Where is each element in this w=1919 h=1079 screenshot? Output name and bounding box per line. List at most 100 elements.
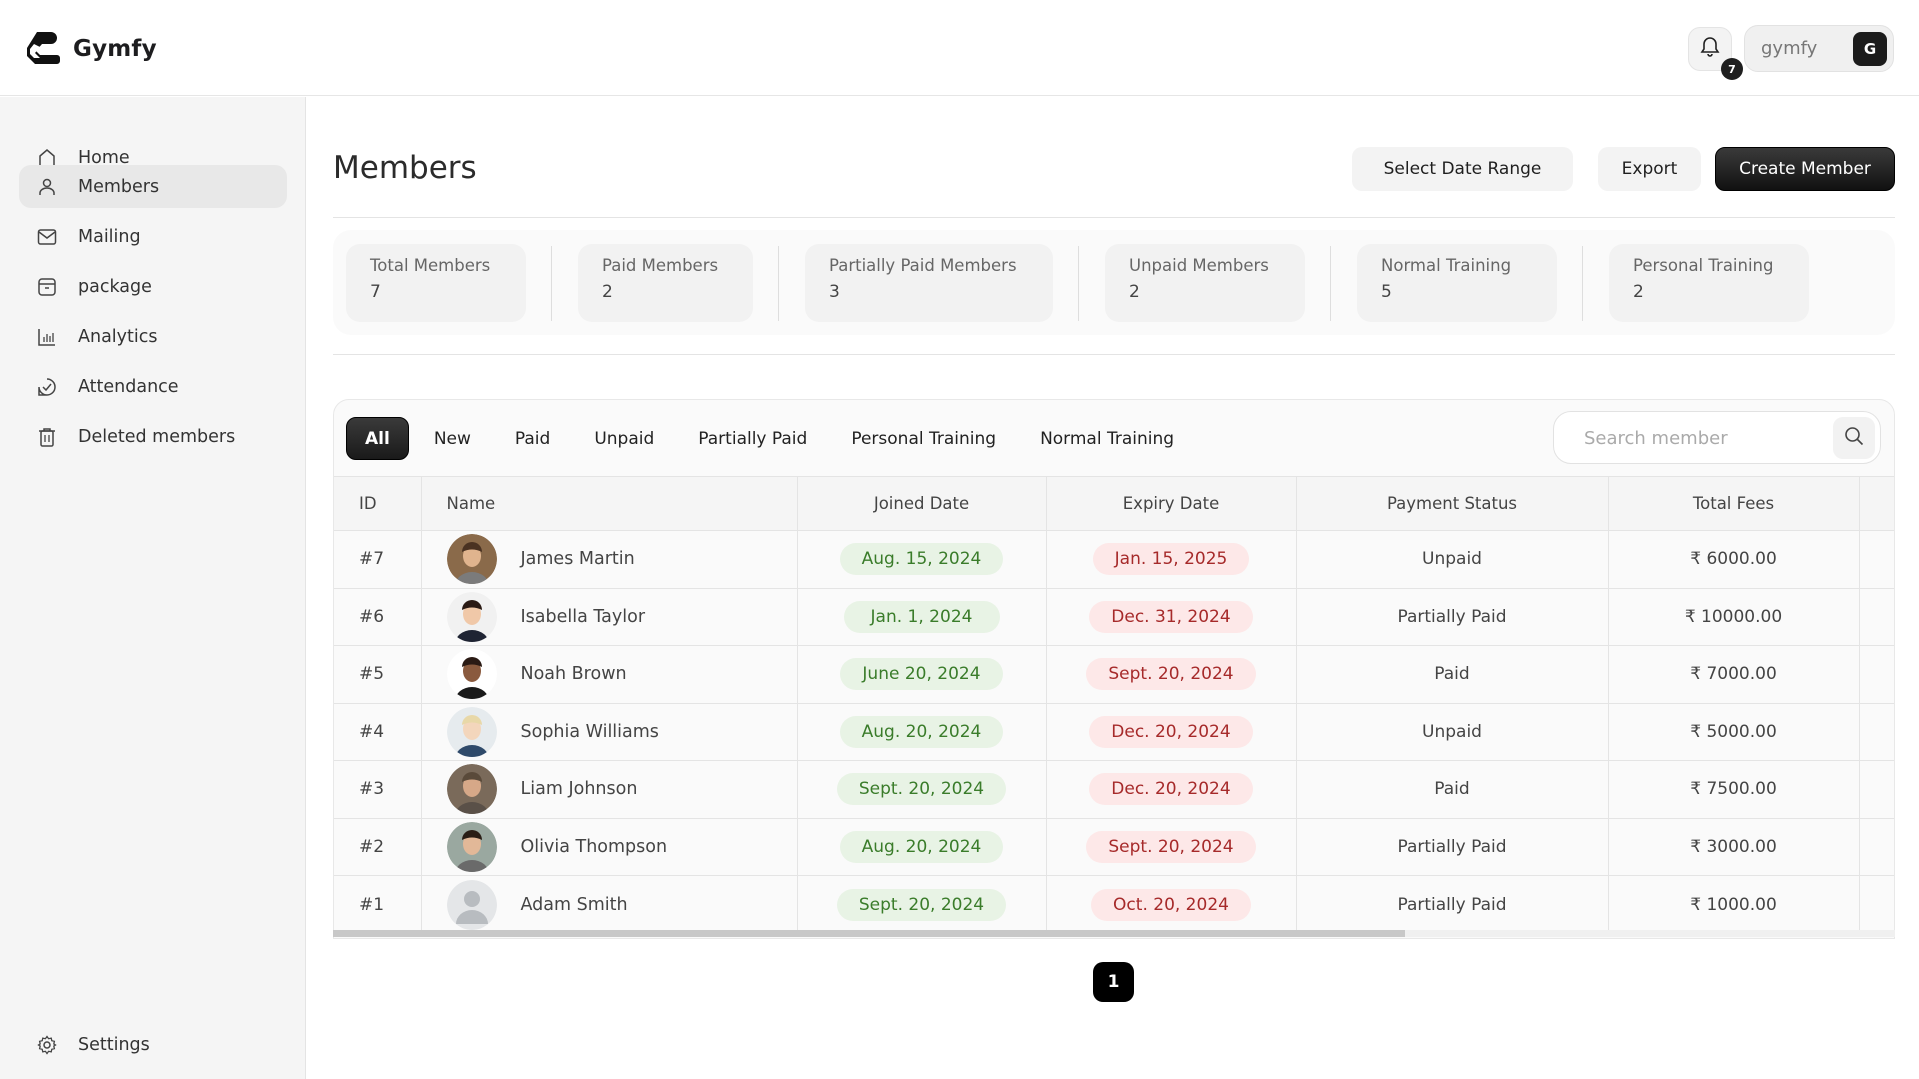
stat-card-personal-training: Personal Training 2 [1609, 244, 1809, 322]
divider [333, 217, 1895, 218]
sidebar-item-label: Attendance [78, 376, 179, 397]
gymfy-logo-icon [25, 30, 61, 68]
brand[interactable]: Gymfy [25, 30, 157, 68]
stat-label: Normal Training [1381, 256, 1512, 275]
sidebar-item-label: Mailing [78, 226, 141, 247]
sidebar-item-attendance[interactable]: Attendance [19, 365, 287, 408]
notifications-button[interactable]: 7 [1688, 27, 1743, 80]
stat-card-paid-members: Paid Members 2 [578, 244, 753, 322]
member-id: #4 [334, 702, 422, 761]
column-header-payment-status[interactable]: Payment Status [1296, 476, 1609, 531]
table-row[interactable]: #4 Sophia Williams Aug. 20, 2024 Dec. 20, 2… [334, 702, 1894, 761]
expiry-date-cell: Oct. 20, 2024 [1046, 875, 1297, 933]
tab-unpaid[interactable]: Unpaid [575, 417, 673, 460]
archive-icon [36, 276, 58, 298]
table-row[interactable]: #2 Olivia Thompson Aug. 20, 2024 Sept. 20, … [334, 817, 1894, 876]
joined-date-badge: Aug. 15, 2024 [839, 543, 1004, 576]
stat-separator [1582, 246, 1583, 321]
expiry-date-badge: Sept. 20, 2024 [1086, 830, 1256, 863]
joined-date-cell: Aug. 15, 2024 [797, 530, 1047, 588]
column-header-expiry-date[interactable]: Expiry Date [1046, 476, 1297, 531]
stat-separator [551, 246, 552, 321]
avatar [446, 879, 497, 930]
member-name-cell[interactable]: Olivia Thompson [421, 817, 798, 876]
expiry-date-badge: Jan. 15, 2025 [1092, 543, 1250, 576]
member-name-cell[interactable]: Sophia Williams [421, 702, 798, 761]
check-circle-icon [36, 376, 58, 398]
member-name-cell[interactable]: James Martin [421, 530, 798, 588]
expiry-date-badge: Dec. 31, 2024 [1089, 600, 1253, 633]
sidebar-item-members[interactable]: Members [19, 165, 287, 208]
stat-value: 2 [1633, 282, 1644, 302]
horizontal-scrollbar[interactable] [333, 930, 1895, 937]
joined-date-cell: Jan. 1, 2024 [797, 587, 1047, 646]
member-name[interactable]: Olivia Thompson [521, 837, 668, 857]
joined-date-cell: Sept. 20, 2024 [797, 760, 1047, 818]
total-fees: ₹ 5000.00 [1608, 702, 1860, 761]
member-id: #6 [334, 587, 422, 646]
sidebar-item-deleted-members[interactable]: Deleted members [19, 415, 287, 458]
avatar [446, 821, 497, 872]
member-name[interactable]: Liam Johnson [521, 779, 638, 799]
column-header-total-fees[interactable]: Total Fees [1608, 476, 1860, 531]
column-header-id[interactable]: ID [334, 476, 422, 531]
sidebar-item-analytics[interactable]: Analytics [19, 315, 287, 358]
member-id: #7 [334, 530, 422, 588]
stat-value: 5 [1381, 282, 1392, 302]
sidebar-item-label: package [78, 276, 152, 297]
payment-status: Unpaid [1296, 702, 1609, 761]
row-extra-cell [1859, 875, 1894, 933]
avatar [446, 706, 497, 757]
stats-panel: Total Members 7 Paid Members 2 Partially… [333, 230, 1895, 335]
export-button[interactable]: Export [1598, 147, 1701, 191]
member-name[interactable]: Isabella Taylor [521, 607, 646, 627]
joined-date-badge: Jan. 1, 2024 [843, 600, 1000, 633]
joined-date-badge: June 20, 2024 [840, 658, 1003, 691]
joined-date-badge: Sept. 20, 2024 [836, 888, 1007, 921]
table-row[interactable]: #6 Isabella Taylor Jan. 1, 2024 Dec. 31, 20… [334, 587, 1894, 646]
sidebar-item-mailing[interactable]: Mailing [19, 215, 287, 258]
joined-date-cell: June 20, 2024 [797, 645, 1047, 703]
table-row[interactable]: #1 Adam Smith Sept. 20, 2024 Oct. 20, 2024 P… [334, 875, 1894, 933]
tab-normal-training[interactable]: Normal Training [1021, 417, 1193, 460]
sidebar-item-label: Deleted members [78, 426, 236, 447]
search-button[interactable] [1833, 417, 1875, 459]
sidebar-item-settings[interactable]: Settings [19, 1023, 287, 1066]
stat-value: 7 [370, 282, 381, 302]
member-name-cell[interactable]: Isabella Taylor [421, 587, 798, 646]
tab-all[interactable]: All [346, 417, 409, 460]
column-header-joined-date[interactable]: Joined Date [797, 476, 1047, 531]
sidebar-item-package[interactable]: package [19, 265, 287, 308]
tab-partially-paid[interactable]: Partially Paid [679, 417, 826, 460]
member-name[interactable]: James Martin [521, 549, 635, 569]
member-name[interactable]: Noah Brown [521, 664, 627, 684]
joined-date-badge: Aug. 20, 2024 [839, 715, 1004, 748]
scrollbar-thumb[interactable] [333, 930, 1405, 937]
member-name-cell[interactable]: Noah Brown [421, 645, 798, 703]
select-date-range-button[interactable]: Select Date Range [1352, 147, 1573, 191]
create-member-button[interactable]: Create Member [1715, 147, 1895, 191]
sidebar-item-label: Analytics [78, 326, 158, 347]
member-name-cell[interactable]: Adam Smith [421, 875, 798, 933]
sidebar-item-label: Members [78, 176, 160, 197]
expiry-date-badge: Oct. 20, 2024 [1091, 888, 1251, 921]
search-input[interactable] [1584, 424, 1804, 452]
tab-personal-training[interactable]: Personal Training [832, 417, 1015, 460]
page-title: Members [333, 150, 477, 186]
member-name[interactable]: Adam Smith [521, 895, 628, 915]
member-name-cell[interactable]: Liam Johnson [421, 760, 798, 818]
tab-new[interactable]: New [415, 417, 490, 460]
table-row[interactable]: #5 Noah Brown June 20, 2024 Sept. 20, 2024 P… [334, 645, 1894, 703]
column-header-name[interactable]: Name [421, 476, 798, 531]
expiry-date-cell: Dec. 20, 2024 [1046, 702, 1297, 761]
trash-icon [36, 426, 58, 448]
total-fees: ₹ 1000.00 [1608, 875, 1860, 933]
tab-paid[interactable]: Paid [496, 417, 569, 460]
user-menu[interactable]: gymfy G [1744, 25, 1894, 72]
payment-status: Partially Paid [1296, 875, 1609, 933]
table-header-row: ID Name Joined Date Expiry Date Payment … [334, 476, 1894, 531]
member-name[interactable]: Sophia Williams [521, 722, 659, 742]
table-row[interactable]: #3 Liam Johnson Sept. 20, 2024 Dec. 20, 202… [334, 760, 1894, 818]
pagination-page-1[interactable]: 1 [1093, 962, 1134, 1002]
table-row[interactable]: #7 James Martin Aug. 15, 2024 Jan. 15, 2025… [334, 530, 1894, 588]
